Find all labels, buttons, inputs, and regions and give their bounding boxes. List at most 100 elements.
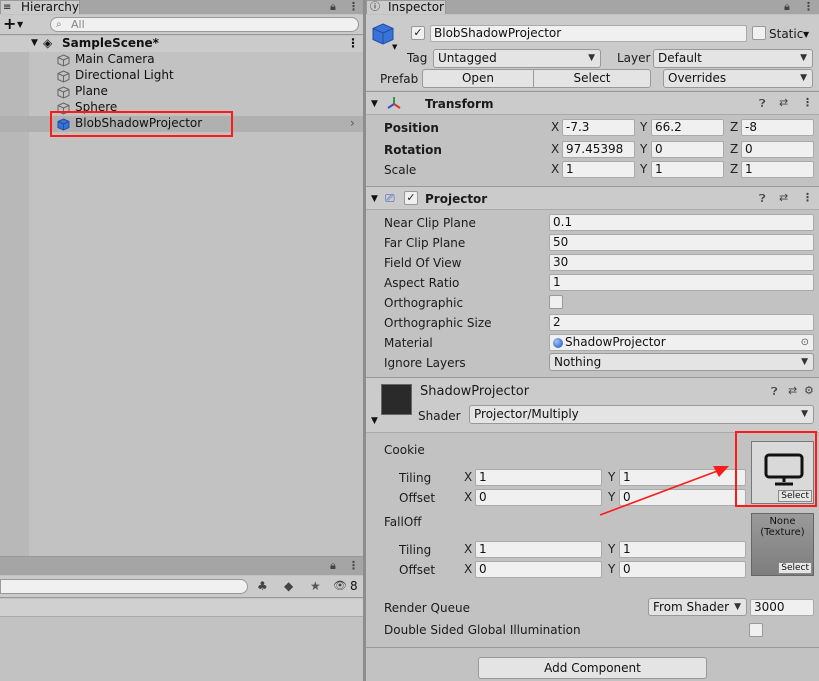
add-component-button[interactable]: Add Component [478,657,707,679]
cookie-tiling-x-field[interactable]: 1 [475,469,602,486]
axis-y-label[interactable]: Y [640,119,647,136]
help-icon[interactable]: ❓︎ [759,97,766,111]
prefab-select-button[interactable]: Select [533,69,651,88]
filter-by-label-icon[interactable]: ◆ [284,579,293,593]
object-name-field[interactable]: BlobShadowProjector [430,25,747,42]
hidden-packages-icon[interactable]: 👁︎ [333,579,347,592]
render-queue-mode-dropdown[interactable]: From Shader ▼ [648,598,747,616]
gameobject-cube-icon [57,70,70,83]
chevron-down-icon: ▼ [801,409,808,419]
orthographic-size-field[interactable]: 2 [549,314,814,331]
list-item-directional-light[interactable]: Directional Light [0,68,363,84]
axis-x-label[interactable]: X [551,119,559,136]
falloff-texture-slot[interactable]: None (Texture) Select [751,513,814,576]
render-queue-field[interactable]: 3000 [750,599,814,616]
object-picker-icon[interactable]: ⊙ [801,335,809,350]
list-item-plane[interactable]: Plane [0,84,363,100]
axis-y-label[interactable]: Y [608,561,615,578]
icon-dropdown-icon[interactable]: ▼ [392,43,397,51]
foldout-arrow-icon[interactable]: ▼ [371,99,378,109]
foldout-arrow-icon[interactable]: ▼ [371,194,378,204]
prefab-open-button[interactable]: Open [422,69,534,88]
falloff-offset-x-field[interactable]: 0 [475,561,602,578]
axis-z-label[interactable]: Z [730,119,738,136]
component-menu-icon[interactable]: ⋮ [802,96,813,109]
hierarchy-tab-label: Hierarchy [21,0,80,14]
presets-icon[interactable]: ⇄ [788,384,797,397]
presets-icon[interactable]: ⇄ [779,96,788,109]
axis-x-label[interactable]: X [551,161,559,178]
axis-x-label[interactable]: X [464,469,472,486]
axis-z-label[interactable]: Z [730,161,738,178]
chevron-right-icon[interactable]: › [350,116,355,130]
add-button[interactable]: + [3,16,16,32]
material-object-field[interactable]: ShadowProjector ⊙ [549,334,814,351]
position-y-field[interactable]: 66.2 [651,119,724,136]
active-checkbox[interactable]: ✓ [411,26,425,40]
scale-x-field[interactable]: 1 [562,161,635,178]
position-x-field[interactable]: -7.3 [562,119,635,136]
help-icon[interactable]: ❓︎ [759,192,766,206]
tag-dropdown[interactable]: Untagged ▼ [433,49,601,68]
expand-arrow-icon[interactable]: ▼ [31,38,38,48]
projector-enabled-checkbox[interactable]: ✓ [404,191,418,205]
help-icon[interactable]: ❓︎ [771,385,778,399]
prefab-overrides-dropdown[interactable]: Overrides ▼ [663,69,813,88]
texture-select-label[interactable]: Select [778,562,812,574]
scale-y-field[interactable]: 1 [651,161,724,178]
static-checkbox[interactable] [752,26,766,40]
rotation-y-field[interactable]: 0 [651,141,724,158]
foldout-arrow-icon[interactable]: ▼ [371,416,378,426]
orthographic-checkbox[interactable] [549,295,563,309]
add-dropdown-icon[interactable]: ▼ [17,20,23,29]
far-clip-field[interactable]: 50 [549,234,814,251]
axis-y-label[interactable]: Y [608,541,615,558]
projector-icon: ⎚ [385,191,395,205]
axis-y-label[interactable]: Y [640,161,647,178]
rotation-z-field[interactable]: 0 [741,141,814,158]
search-input[interactable]: ⌕ All [50,17,359,32]
axis-z-label[interactable]: Z [730,141,738,158]
scale-z-field[interactable]: 1 [741,161,814,178]
component-menu-icon[interactable]: ⋮ [802,191,813,204]
axis-x-label[interactable]: X [464,561,472,578]
tab-hierarchy[interactable]: ≡ Hierarchy [0,0,80,14]
axis-x-label[interactable]: X [551,141,559,158]
falloff-tiling-x-field[interactable]: 1 [475,541,602,558]
layer-dropdown[interactable]: Default ▼ [653,49,813,68]
presets-icon[interactable]: ⇄ [779,191,788,204]
more-menu-icon[interactable]: ⋮ [348,559,359,572]
fov-field[interactable]: 30 [549,254,814,271]
list-item-main-camera[interactable]: Main Camera [0,52,363,68]
more-menu-icon[interactable]: ⋮ [348,0,359,13]
position-z-field[interactable]: -8 [741,119,814,136]
project-search-input[interactable] [0,579,248,594]
lock-icon[interactable]: 🔒︎ [330,0,336,14]
layer-value: Default [658,51,702,65]
falloff-offset-y-field[interactable]: 0 [619,561,746,578]
scene-menu-icon[interactable]: ⋮ [347,36,359,50]
layer-label: Layer [617,51,651,65]
rotation-label: Rotation [384,143,442,157]
ignore-layers-dropdown[interactable]: Nothing ▼ [549,353,814,371]
cookie-offset-x-field[interactable]: 0 [475,489,602,506]
near-clip-field[interactable]: 0.1 [549,214,814,231]
static-dropdown-icon[interactable]: ▼ [803,30,809,39]
lock-icon[interactable]: 🔒︎ [330,559,336,573]
scene-row[interactable]: ▼ ◈ SampleScene* ⋮ [0,36,363,52]
axis-x-label[interactable]: X [464,489,472,506]
aspect-ratio-field[interactable]: 1 [549,274,814,291]
falloff-tiling-y-field[interactable]: 1 [619,541,746,558]
rotation-x-field[interactable]: 97.45398 [562,141,635,158]
tab-inspector[interactable]: ⓘ Inspector [366,0,446,14]
shader-dropdown[interactable]: Projector/Multiply ▼ [469,405,814,424]
dsgi-checkbox[interactable] [749,623,763,637]
favorite-star-icon[interactable]: ★ [310,579,321,593]
settings-gear-icon[interactable]: ⚙ [804,384,814,397]
axis-x-label[interactable]: X [464,541,472,558]
ignore-layers-value: Nothing [554,355,602,369]
axis-y-label[interactable]: Y [640,141,647,158]
lock-icon[interactable]: 🔒︎ [784,0,790,14]
more-menu-icon[interactable]: ⋮ [803,0,814,13]
filter-by-type-icon[interactable]: ♣ [257,579,268,593]
